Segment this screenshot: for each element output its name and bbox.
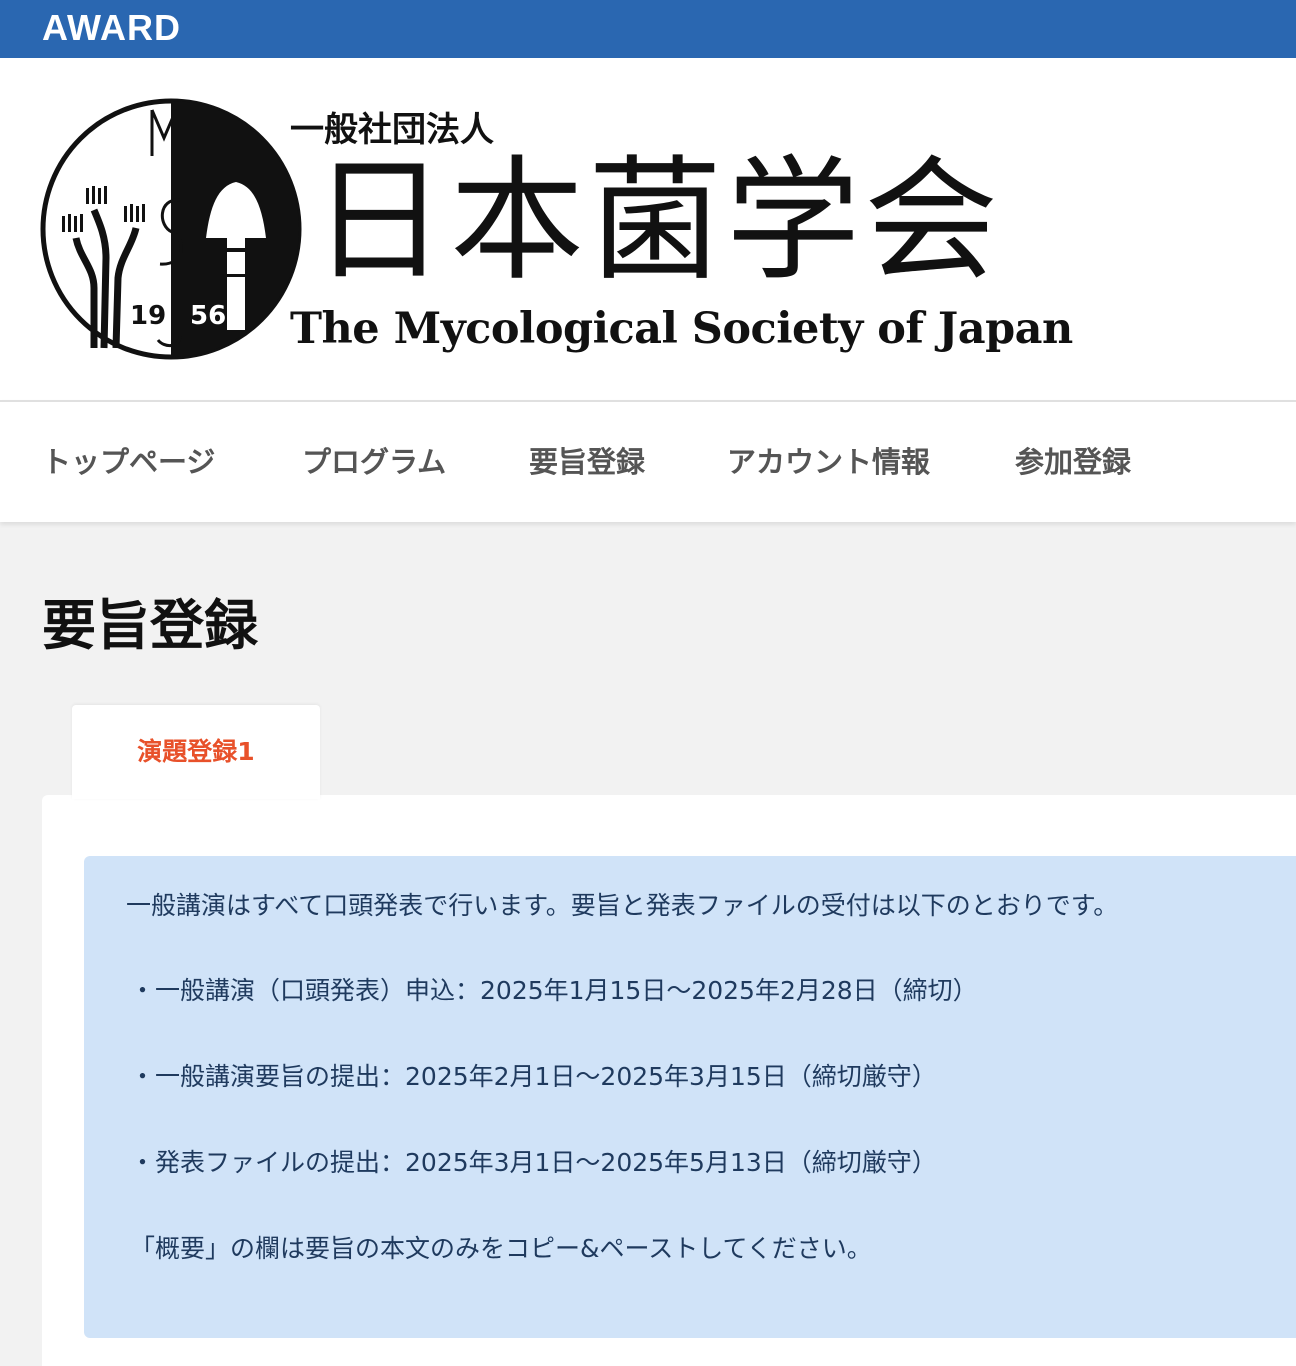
- emblem-year-left: 19: [130, 301, 166, 331]
- tab-label: 演題登録1: [137, 737, 255, 766]
- award-logo[interactable]: AWARD: [42, 8, 181, 48]
- emblem-year-right: 56: [190, 301, 226, 331]
- notice-box: 一般講演はすべて口頭発表で行います。要旨と発表ファイルの受付は以下のとおりです。…: [84, 856, 1296, 1338]
- notice-intro: 一般講演はすべて口頭発表で行います。要旨と発表ファイルの受付は以下のとおりです。: [126, 891, 1119, 920]
- nav-item-top-page[interactable]: トップページ: [42, 442, 215, 482]
- notice-item-file-submission: ・発表ファイルの提出：2025年3月1日〜2025年5月13日（締切厳守）: [130, 1148, 937, 1177]
- top-bar: AWARD: [0, 0, 1296, 58]
- nav-item-participation-registration[interactable]: 参加登録: [1015, 442, 1131, 482]
- notice-item-application: ・一般講演（口頭発表）申込：2025年1月15日〜2025年2月28日（締切）: [130, 976, 978, 1005]
- notice-item-abstract-submission: ・一般講演要旨の提出：2025年2月1日〜2025年3月15日（締切厳守）: [130, 1062, 937, 1091]
- society-emblem-icon[interactable]: 19 56: [40, 98, 302, 360]
- tab-presentation-registration-1[interactable]: 演題登録1: [72, 705, 320, 799]
- org-name-en: The Mycological Society of Japan: [290, 304, 1073, 354]
- notice-summary-instruction: 「概要」の欄は要旨の本文のみをコピー&ペーストしてください。: [130, 1234, 872, 1263]
- org-name-ja: 日本菌学会: [312, 143, 1003, 299]
- main-nav: トップページ プログラム 要旨登録 アカウント情報 参加登録: [0, 400, 1296, 522]
- site-header: 19 56 一般社団法人 日本菌学会 The Mycological Socie…: [0, 58, 1296, 400]
- nav-item-program[interactable]: プログラム: [302, 442, 446, 482]
- page-title: 要旨登録: [42, 594, 258, 657]
- nav-item-account-info[interactable]: アカウント情報: [727, 442, 930, 482]
- nav-item-abstract-registration[interactable]: 要旨登録: [529, 442, 645, 482]
